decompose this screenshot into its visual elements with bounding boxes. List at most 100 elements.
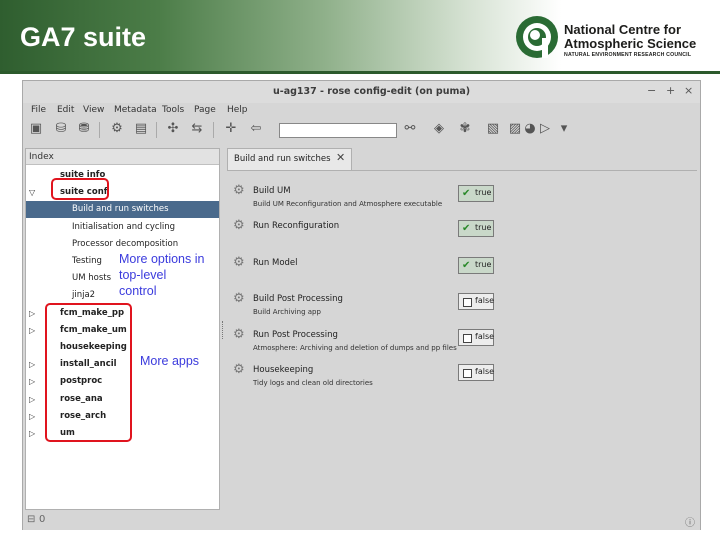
- checkmark-icon: ✔: [462, 188, 471, 199]
- toggle-value: false: [475, 332, 495, 341]
- status-info-icon[interactable]: ⊟: [27, 514, 35, 525]
- dropdown-icon[interactable]: ▾: [556, 121, 572, 137]
- checkmark-icon: ✔: [462, 223, 471, 234]
- search-icon[interactable]: ⚯: [402, 121, 418, 137]
- index-item[interactable]: Initialisation and cycling: [26, 219, 219, 236]
- pin-icon[interactable]: ✛: [223, 121, 239, 137]
- gear-icon[interactable]: ⚙: [233, 255, 245, 270]
- index-item-label: Build and run switches: [72, 204, 169, 215]
- highlight-apps: [45, 303, 132, 442]
- menu-metadata[interactable]: Metadata: [114, 105, 157, 115]
- toggle-value: false: [475, 367, 495, 376]
- index-item-label: Initialisation and cycling: [72, 221, 176, 232]
- minimize-button[interactable]: −: [647, 84, 656, 97]
- setting-row: ⚙ Run Model ✔ true: [227, 255, 697, 294]
- remove-icon[interactable]: ⇆: [189, 121, 205, 137]
- logo-line-3: NATURAL ENVIRONMENT RESEARCH COUNCIL: [564, 52, 692, 58]
- status-zero-icon: 0: [39, 514, 46, 525]
- setting-description: Tidy logs and clean old directories: [253, 379, 373, 387]
- header-rule: [0, 71, 720, 74]
- gear-icon[interactable]: ⚙: [233, 291, 245, 306]
- highlight-suite-conf: [51, 178, 109, 200]
- toolbar-separator: [156, 122, 157, 138]
- close-window-button[interactable]: ×: [684, 84, 693, 97]
- page-icon[interactable]: ▤: [133, 121, 149, 137]
- gear-icon[interactable]: ⚙: [233, 362, 245, 377]
- gear-icon[interactable]: ⚙: [233, 183, 245, 198]
- setting-label: Run Model: [253, 258, 298, 268]
- setting-toggle[interactable]: ✔ true: [458, 257, 494, 274]
- settings-panel: Build and run switches ✕ ⚙ Build UM Build …: [227, 148, 697, 510]
- collapsed-arrow-icon[interactable]: ▷: [29, 425, 35, 442]
- undo-icon[interactable]: ⛁: [53, 121, 69, 137]
- menu-page[interactable]: Page: [194, 105, 216, 115]
- setting-description: Build Archiving app: [253, 308, 321, 316]
- gear-icon[interactable]: ⚙: [233, 218, 245, 233]
- toolbar-separator: [99, 122, 100, 138]
- navigate-icon[interactable]: ◈: [431, 121, 447, 137]
- setting-row: ⚙ Build UM Build UM Reconfiguration and At…: [227, 183, 697, 222]
- checkbox-icon: [463, 298, 472, 307]
- gear-icon[interactable]: ⚙: [233, 327, 245, 342]
- statusbar: ⊟ 0 ⓘ: [23, 512, 700, 530]
- setting-toggle[interactable]: ✔ true: [458, 185, 494, 202]
- redo-icon[interactable]: ⛃: [76, 121, 92, 137]
- info-icon[interactable]: ⓘ: [685, 514, 695, 529]
- setting-toggle[interactable]: false: [458, 329, 494, 346]
- setting-row: ⚙ Run Post Processing Atmosphere: Archivin…: [227, 327, 697, 366]
- ncas-logo-icon: [516, 16, 558, 58]
- close-tab-icon[interactable]: ✕: [336, 151, 345, 164]
- menu-tools[interactable]: Tools: [162, 105, 184, 115]
- setting-label: Housekeeping: [253, 365, 314, 375]
- color-icon[interactable]: ◕: [522, 121, 538, 137]
- run-icon[interactable]: ▷: [537, 121, 553, 137]
- menubar: File Edit View Metadata Tools Page Help: [23, 103, 700, 120]
- find-icon[interactable]: ⚙: [109, 121, 125, 137]
- logo-line-2: Atmospheric Science: [564, 36, 697, 51]
- setting-toggle[interactable]: ✔ true: [458, 220, 494, 237]
- window-titlebar[interactable]: u-ag137 - rose config-edit (on puma) − +…: [23, 81, 700, 103]
- settings-icon[interactable]: ✾: [457, 121, 473, 137]
- setting-toggle[interactable]: false: [458, 364, 494, 381]
- page-view-icon[interactable]: ▨: [507, 121, 523, 137]
- collapsed-arrow-icon[interactable]: ▷: [29, 408, 35, 425]
- open-icon[interactable]: ▣: [28, 121, 44, 137]
- collapsed-arrow-icon[interactable]: ▷: [29, 305, 35, 322]
- menu-file[interactable]: File: [31, 105, 46, 115]
- collapsed-arrow-icon[interactable]: ▷: [29, 356, 35, 373]
- index-item[interactable]: Build and run switches: [26, 201, 219, 219]
- search-input[interactable]: [279, 123, 397, 138]
- folder-icon[interactable]: ▧: [485, 121, 501, 137]
- setting-description: Atmosphere: Archiving and deletion of du…: [253, 344, 457, 352]
- collapsed-arrow-icon[interactable]: ▷: [29, 391, 35, 408]
- logo-line-1: National Centre for: [564, 22, 682, 37]
- checkbox-icon: [463, 369, 472, 378]
- setting-toggle[interactable]: false: [458, 293, 494, 310]
- annotation-more-apps: More apps: [140, 354, 200, 368]
- collapsed-arrow-icon[interactable]: ▷: [29, 322, 35, 339]
- slide-title: GA7 suite: [20, 22, 147, 52]
- checkbox-icon: [463, 334, 472, 343]
- setting-description: Build UM Reconfiguration and Atmosphere …: [253, 200, 443, 208]
- slide-header: GA7 suite National Centre for Atmospheri…: [0, 0, 720, 72]
- maximize-button[interactable]: +: [666, 84, 675, 97]
- collapsed-arrow-icon[interactable]: ▷: [29, 373, 35, 390]
- tab-label: Build and run switches: [234, 154, 331, 164]
- index-item-label: UM hosts: [72, 273, 112, 284]
- annotation-top-level: More options in top-level control: [119, 251, 204, 299]
- setting-row: ⚙ Build Post Processing Build Archiving ap…: [227, 291, 697, 330]
- tab-build-and-run-switches[interactable]: Build and run switches ✕: [227, 148, 352, 170]
- expanded-arrow-icon[interactable]: ▽: [29, 184, 35, 201]
- index-header: Index: [26, 149, 219, 165]
- menu-edit[interactable]: Edit: [57, 105, 74, 115]
- setting-row: ⚙ Run Reconfiguration ✔ true: [227, 218, 697, 257]
- setting-row: ⚙ Housekeeping Tidy logs and clean old dir…: [227, 362, 697, 401]
- add-icon[interactable]: ✣: [165, 121, 181, 137]
- toolbar-separator: [213, 122, 214, 138]
- menu-view[interactable]: View: [83, 105, 104, 115]
- setting-label: Build Post Processing: [253, 294, 343, 304]
- toggle-value: true: [475, 223, 492, 232]
- warning-icon[interactable]: ⇦: [248, 121, 264, 137]
- panel-splitter[interactable]: [222, 321, 225, 339]
- menu-help[interactable]: Help: [227, 105, 248, 115]
